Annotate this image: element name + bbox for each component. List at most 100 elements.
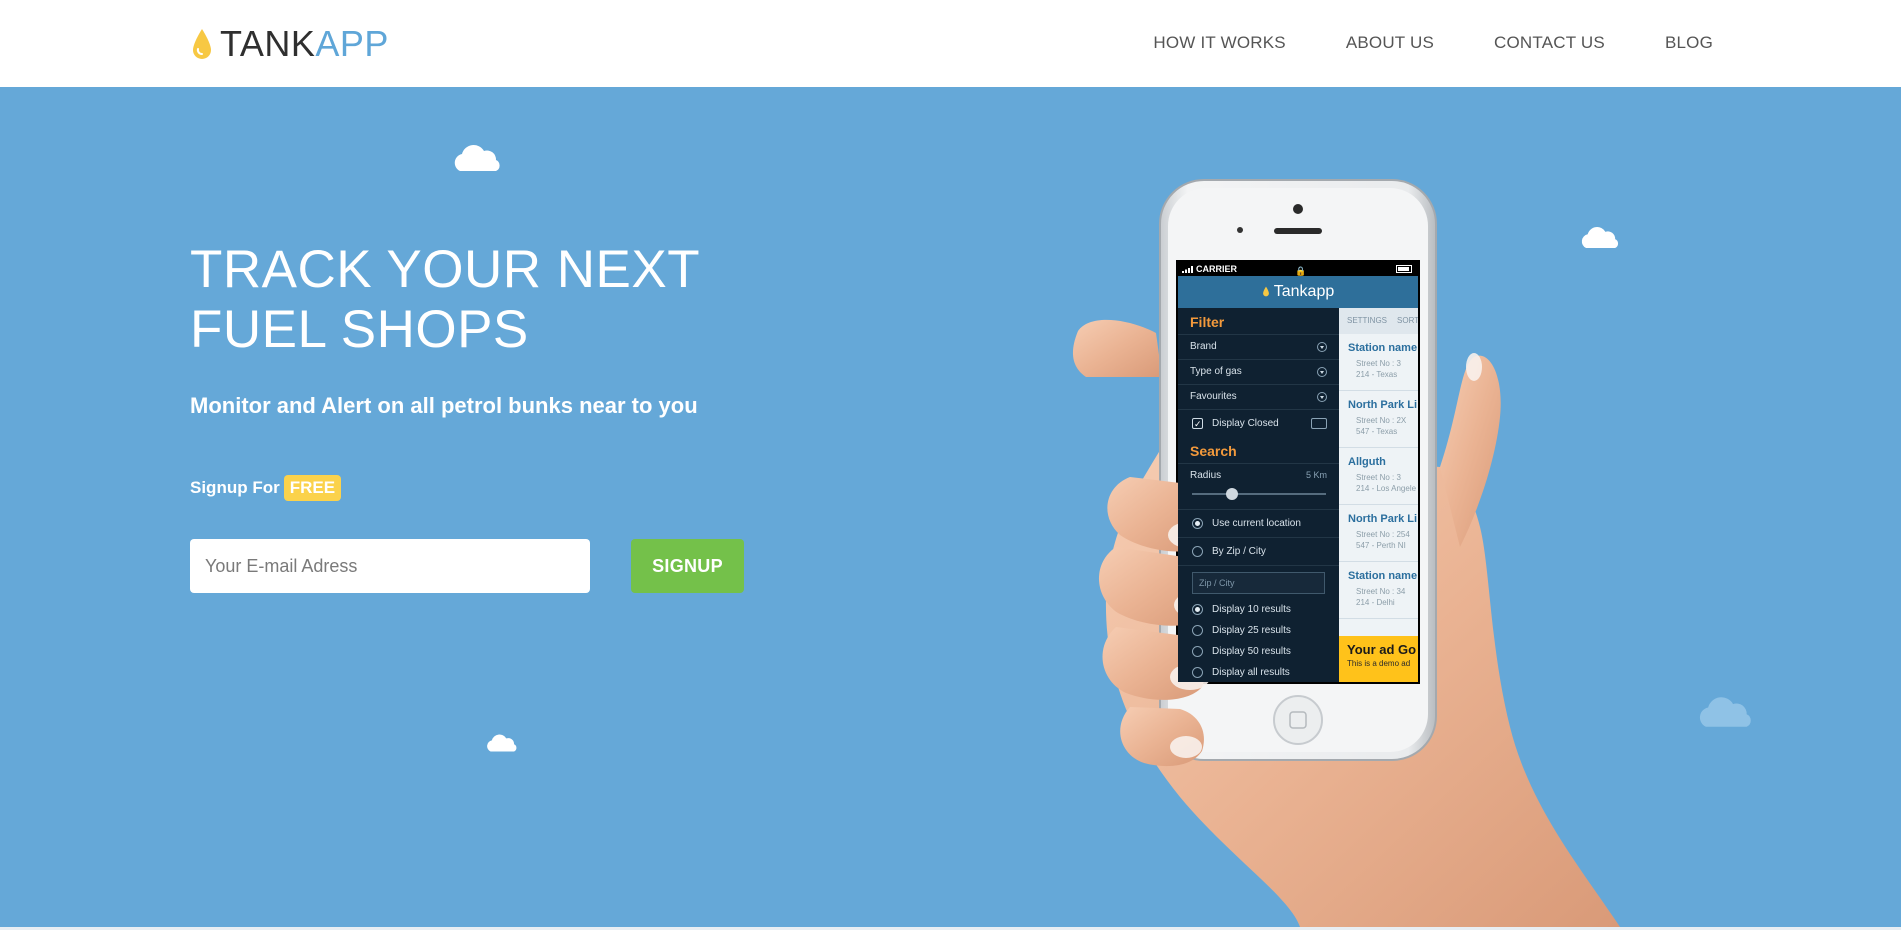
- hero-subheading: Monitor and Alert on all petrol bunks ne…: [190, 393, 698, 418]
- main-nav: HOW IT WORKS ABOUT US CONTACT US BLOG: [1153, 30, 1713, 56]
- lock-icon: 🔒: [1295, 266, 1307, 276]
- station-address-line-2: 547 - Perth NI: [1356, 541, 1406, 550]
- cloud-icon: [1699, 697, 1751, 727]
- station-list-panel: SETTINGS SORT Station name Street No : 3 21…: [1339, 308, 1418, 682]
- ad-subtitle: This is a demo ad: [1347, 659, 1411, 668]
- zip-city-input[interactable]: Zip / City: [1192, 572, 1325, 594]
- ad-title: Your ad Go: [1347, 642, 1417, 657]
- radio-icon: [1192, 604, 1203, 615]
- filter-panel: Filter Brand Type of gas Favourites Disp…: [1178, 308, 1339, 682]
- station-address-line-2: 214 - Los Angele: [1356, 484, 1417, 493]
- list-item[interactable]: North Park Li Street No : 2X 547 - Texas: [1339, 391, 1418, 448]
- email-input[interactable]: [190, 539, 590, 593]
- results-25-option[interactable]: Display 25 results: [1178, 620, 1339, 641]
- zip-city-option[interactable]: By Zip / City: [1178, 537, 1339, 565]
- carrier-label: CARRIER: [1196, 264, 1238, 274]
- filter-gas-type[interactable]: Type of gas: [1178, 359, 1339, 384]
- station-address-line-2: 214 - Texas: [1356, 370, 1398, 379]
- signup-prefix: Signup For: [190, 478, 280, 497]
- phone-screen: CARRIER 🔒 Tankapp Filter Brand Type of g…: [1178, 262, 1418, 682]
- app-title-bar: Tankapp: [1178, 276, 1418, 308]
- radius-label: Radius: [1190, 470, 1222, 481]
- station-address-line-1: Street No : 254: [1356, 530, 1410, 539]
- chevron-down-icon: [1317, 392, 1327, 402]
- cloud-icon: [454, 145, 500, 171]
- chevron-down-icon: [1317, 342, 1327, 352]
- radio-icon: [1192, 546, 1203, 557]
- filter-favourites[interactable]: Favourites: [1178, 384, 1339, 409]
- results-10-option[interactable]: Display 10 results: [1178, 599, 1339, 620]
- status-bar: CARRIER 🔒: [1178, 262, 1418, 276]
- results-50-label: Display 50 results: [1212, 646, 1291, 657]
- headline-line-1: TRACK YOUR NEXT: [190, 240, 701, 299]
- nav-contact-us[interactable]: CONTACT US: [1494, 30, 1605, 56]
- station-address-line-1: Street No : 3: [1356, 359, 1401, 368]
- radio-icon: [1192, 625, 1203, 636]
- list-item[interactable]: Allguth Street No : 3 214 - Los Angele: [1339, 448, 1418, 505]
- use-location-option[interactable]: Use current location: [1178, 509, 1339, 537]
- filter-brand[interactable]: Brand: [1178, 334, 1339, 359]
- nav-blog[interactable]: BLOG: [1665, 30, 1713, 56]
- station-name: Allguth: [1348, 456, 1386, 468]
- battery-icon: [1396, 265, 1412, 273]
- station-name: Station name: [1348, 342, 1418, 354]
- filter-brand-label: Brand: [1190, 341, 1217, 352]
- station-name: North Park Li: [1348, 399, 1418, 411]
- station-address: Street No : 34 214 - Delhi: [1348, 586, 1418, 608]
- results-10-label: Display 10 results: [1212, 604, 1291, 615]
- results-all-label: Display all results: [1212, 667, 1290, 678]
- radius-slider-row: Radius 5 Km: [1178, 463, 1339, 509]
- radio-icon: [1192, 518, 1203, 529]
- display-closed-checkbox[interactable]: Display Closed: [1178, 409, 1339, 438]
- use-location-label: Use current location: [1212, 518, 1301, 529]
- logo-text-dark: TANK: [220, 23, 316, 64]
- logo[interactable]: TANKAPP: [190, 24, 389, 64]
- search-title: Search: [1190, 443, 1237, 459]
- list-item[interactable]: Station name Street No : 34 214 - Delhi: [1339, 562, 1418, 619]
- radio-icon: [1192, 646, 1203, 657]
- slider-thumb[interactable]: [1226, 488, 1238, 500]
- station-address: Street No : 2X 547 - Texas: [1348, 415, 1418, 437]
- checkbox-icon: [1192, 411, 1203, 438]
- free-badge: FREE: [283, 475, 342, 501]
- list-item[interactable]: Station name Street No : 3 214 - Texas: [1339, 334, 1418, 391]
- app-title: Tankapp: [1273, 283, 1335, 300]
- display-closed-label: Display Closed: [1212, 418, 1279, 429]
- filter-gas-type-label: Type of gas: [1190, 366, 1242, 377]
- nav-about-us[interactable]: ABOUT US: [1346, 30, 1434, 56]
- station-name: North Park Li: [1348, 513, 1418, 525]
- logo-text-blue: APP: [315, 23, 389, 64]
- logo-text: TANKAPP: [220, 24, 389, 64]
- results-50-option[interactable]: Display 50 results: [1178, 641, 1339, 662]
- headline-line-2: FUEL SHOPS: [190, 300, 529, 359]
- results-25-label: Display 25 results: [1212, 625, 1291, 636]
- station-address: Street No : 3 214 - Texas: [1348, 358, 1418, 380]
- station-address-line-2: 214 - Delhi: [1356, 598, 1395, 607]
- signal-icon: [1182, 266, 1193, 273]
- fuel-drop-icon: [193, 29, 211, 59]
- sort-tab[interactable]: SORT: [1397, 316, 1418, 325]
- site-header: TANKAPP HOW IT WORKS ABOUT US CONTACT US…: [0, 0, 1901, 87]
- radius-slider[interactable]: [1192, 488, 1326, 500]
- signup-free-line: Signup For FREE: [190, 475, 342, 501]
- hero-headline: TRACK YOUR NEXT FUEL SHOPS: [190, 240, 810, 360]
- nav-how-it-works[interactable]: HOW IT WORKS: [1153, 30, 1285, 56]
- ad-banner[interactable]: Your ad Go This is a demo ad: [1339, 636, 1418, 682]
- cloud-icon: [487, 734, 517, 752]
- radio-icon: [1192, 667, 1203, 678]
- chevron-down-icon: [1317, 367, 1327, 377]
- signup-button[interactable]: SIGNUP: [631, 539, 744, 593]
- station-address-line-1: Street No : 3: [1356, 473, 1401, 482]
- settings-tab[interactable]: SETTINGS: [1347, 316, 1387, 325]
- station-address-line-2: 547 - Texas: [1356, 427, 1398, 436]
- station-address: Street No : 254 547 - Perth NI: [1348, 529, 1418, 551]
- filter-title: Filter: [1190, 314, 1225, 330]
- zip-city-label: By Zip / City: [1212, 546, 1266, 557]
- radius-value: 5 Km: [1305, 470, 1327, 480]
- list-header: SETTINGS SORT: [1339, 308, 1418, 334]
- list-item[interactable]: North Park Li Street No : 254 547 - Perth …: [1339, 505, 1418, 562]
- station-address-line-1: Street No : 34: [1356, 587, 1406, 596]
- results-all-option[interactable]: Display all results: [1178, 662, 1339, 682]
- closed-sign-icon: [1311, 418, 1327, 429]
- zip-field-wrap: Zip / City: [1178, 565, 1339, 599]
